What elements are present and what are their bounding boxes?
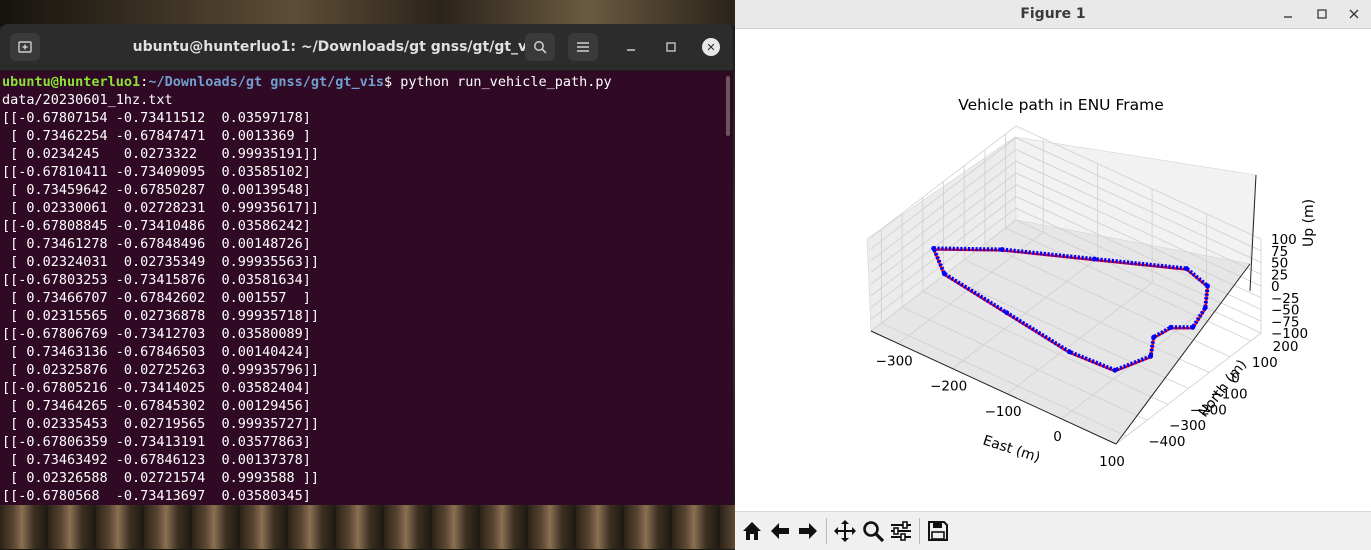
output-line: [ 0.02326588 0.02721574 0.9993588 ]] (2, 470, 319, 486)
x-tick-label: −200 (930, 379, 967, 395)
output-line: [[-0.67806359 -0.73413191 0.03577863] (2, 434, 311, 450)
y-tick-label: −400 (1148, 434, 1185, 450)
output-line: [ 0.73462254 -0.67847471 0.0013369 ] (2, 128, 311, 144)
output-line: data/20230601_1hz.txt (2, 92, 173, 108)
output-line: [ 0.02315565 0.02736878 0.99935718]] (2, 308, 319, 324)
desktop-wallpaper-bottom (0, 505, 735, 549)
x-tick-label: −100 (985, 404, 1022, 420)
prompt-line: ubuntu@hunterluo1:~/Downloads/gt gnss/gt… (2, 73, 733, 91)
output-line: [[-0.67805216 -0.73414025 0.03582404] (2, 380, 311, 396)
x-tick-label: 100 (1099, 454, 1125, 470)
prompt-user: ubuntu@hunterluo1 (2, 74, 141, 90)
output-line: [[-0.6780568 -0.73413697 0.03580345] (2, 488, 311, 504)
prompt-char: $ (384, 74, 401, 90)
maximize-icon[interactable] (656, 33, 686, 61)
y-tick-label: −300 (1169, 418, 1206, 434)
plot-3d[interactable]: −300−200−1000100−400−300−200−10001002001… (735, 29, 1371, 510)
search-icon[interactable] (525, 33, 555, 61)
output-line: [ 0.02325876 0.02725263 0.99935796]] (2, 362, 319, 378)
output-line: [ 0.73464265 -0.67845302 0.00129456] (2, 398, 311, 414)
figure-toolbar[interactable] (735, 511, 1371, 550)
path-point (1205, 283, 1210, 289)
path-point (1151, 334, 1156, 340)
x-axis-label: East (m) (981, 433, 1042, 467)
forward-icon[interactable] (794, 517, 822, 545)
command-text: python run_vehicle_path.py (400, 74, 612, 90)
output-line: [[-0.67803253 -0.73415876 0.03581634] (2, 272, 311, 288)
path-point (931, 246, 937, 251)
figure-window[interactable]: Figure 1 −300 −200 −100 0 100 −400 −300 −200 −10… (735, 0, 1371, 550)
output-line: [ 0.73463492 -0.67846123 0.00137378] (2, 452, 311, 468)
output-line: [[-0.67808845 -0.73410486 0.03586242] (2, 218, 311, 234)
z-tick-label: −100 (1271, 326, 1308, 342)
path-point (1190, 324, 1196, 330)
path-point (1148, 353, 1154, 359)
terminal-window[interactable]: ubuntu@hunterluo1: ~/Downloads/gt gnss/g… (0, 24, 733, 505)
path-point (1112, 367, 1118, 373)
close-icon[interactable]: ✕ (702, 38, 720, 56)
menu-icon[interactable] (568, 33, 598, 61)
terminal-scrollbar[interactable] (726, 76, 730, 136)
path-point (1168, 324, 1174, 330)
terminal-output[interactable]: ubuntu@hunterluo1:~/Downloads/gt gnss/gt… (0, 71, 733, 505)
zoom-icon[interactable] (859, 517, 887, 545)
back-icon[interactable] (766, 517, 794, 545)
save-icon[interactable] (924, 517, 952, 545)
path-point (1091, 256, 1097, 262)
output-line: [ 0.02335453 0.02719565 0.99935727]] (2, 416, 319, 432)
z-axis-label: Up (m) (1301, 199, 1317, 247)
close-icon[interactable] (1344, 4, 1364, 24)
output-line: [ 0.73466707 -0.67842602 0.001557 ] (2, 290, 311, 306)
toolbar-separator (919, 518, 920, 544)
figure-title: Figure 1 (1020, 6, 1086, 22)
toolbar-separator (826, 518, 827, 544)
pan-icon[interactable] (831, 517, 859, 545)
maximize-icon[interactable] (1312, 4, 1332, 24)
output-line: [[-0.67810411 -0.73409095 0.03585102] (2, 164, 311, 180)
terminal-titlebar[interactable]: ubuntu@hunterluo1: ~/Downloads/gt gnss/g… (0, 24, 733, 71)
output-line: [ 0.73461278 -0.67848496 0.00148726] (2, 236, 311, 252)
minimize-icon[interactable] (1278, 4, 1298, 24)
home-icon[interactable] (738, 517, 766, 545)
x-tick-label: −300 (876, 354, 913, 370)
output-line: [ 0.73459642 -0.67850287 0.00139548] (2, 182, 311, 198)
configure-icon[interactable] (887, 517, 915, 545)
path-point (1004, 310, 1010, 316)
minimize-icon[interactable] (616, 33, 646, 61)
path-point (999, 247, 1005, 252)
y-tick-label: 100 (1252, 355, 1278, 371)
path-point (1066, 349, 1072, 355)
output-line: [[-0.67807154 -0.73411512 0.03597178] (2, 110, 311, 126)
path-point (1202, 305, 1208, 311)
path-point (941, 271, 947, 277)
figure-titlebar[interactable]: Figure 1 (735, 0, 1371, 29)
output-line: [ 0.73463136 -0.67846503 0.00140424] (2, 344, 311, 360)
plot-canvas[interactable]: −300 −200 −100 0 100 −400 −300 −200 −100 0 100 200 1… (735, 29, 1371, 510)
path-point (1184, 266, 1189, 271)
prompt-path: ~/Downloads/gt gnss/gt/gt_vis (148, 74, 385, 90)
output-line: [ 0.0234245 0.0273322 0.99935191]] (2, 146, 319, 162)
output-line: [[-0.67806769 -0.73412703 0.03580089] (2, 326, 311, 342)
output-line: [ 0.02330061 0.02728231 0.99935617]] (2, 200, 319, 216)
chart-title: Vehicle path in ENU Frame (958, 96, 1164, 114)
output-line: [ 0.02324031 0.02735349 0.99935563]] (2, 254, 319, 270)
x-tick-label: 0 (1053, 429, 1062, 445)
desktop-wallpaper (0, 0, 735, 26)
